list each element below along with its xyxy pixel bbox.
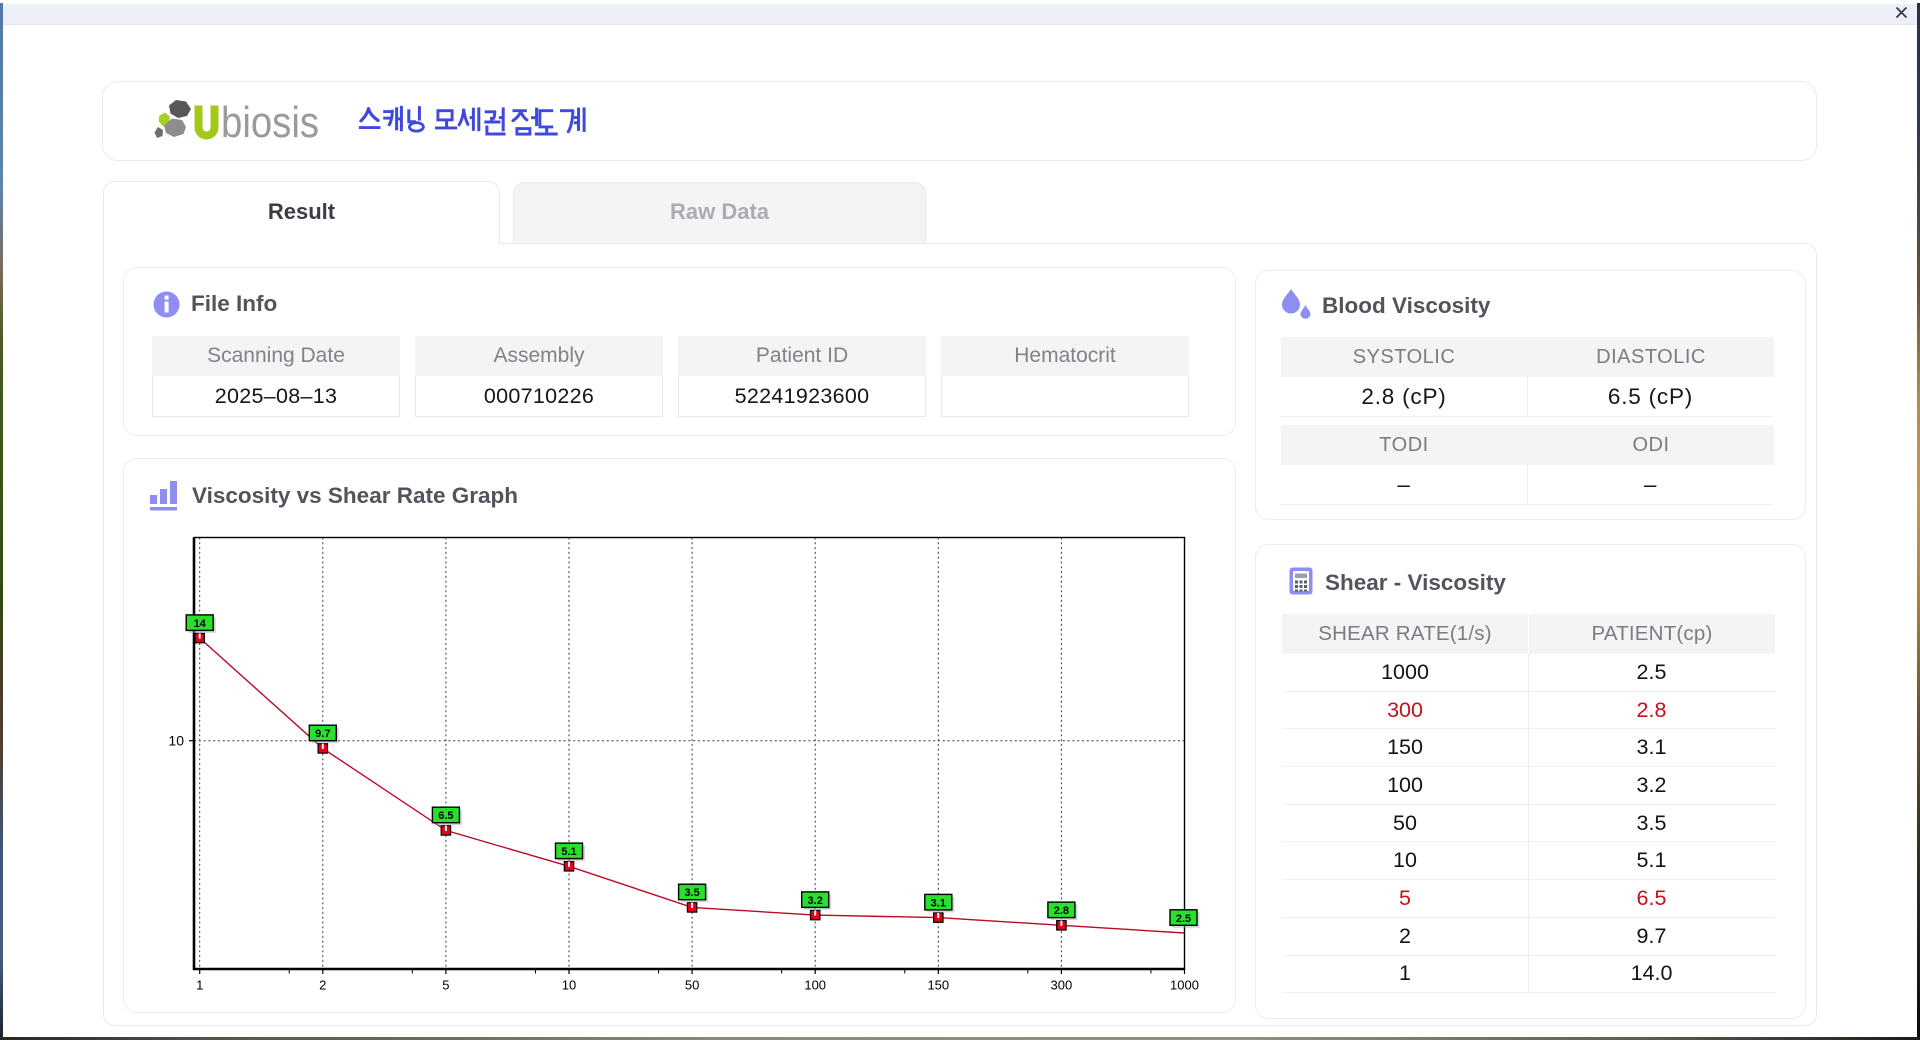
svg-text:10: 10 (562, 978, 576, 993)
svg-text:5: 5 (442, 978, 449, 993)
svg-text:1000: 1000 (1170, 978, 1199, 993)
svg-text:2.5: 2.5 (1176, 913, 1191, 925)
svg-text:150: 150 (927, 978, 949, 993)
svg-text:3.5: 3.5 (684, 887, 699, 899)
svg-text:6.5: 6.5 (438, 810, 453, 822)
svg-text:300: 300 (1051, 978, 1073, 993)
svg-text:50: 50 (685, 978, 699, 993)
svg-text:14: 14 (194, 618, 207, 630)
svg-text:2: 2 (319, 978, 326, 993)
svg-text:5.1: 5.1 (561, 846, 576, 858)
svg-text:3.1: 3.1 (931, 897, 946, 909)
svg-text:1: 1 (196, 978, 203, 993)
svg-text:2.8: 2.8 (1054, 905, 1069, 917)
svg-text:100: 100 (804, 978, 826, 993)
svg-text:9.7: 9.7 (315, 728, 330, 740)
svg-text:biosis: biosis (221, 98, 319, 147)
svg-text:3.2: 3.2 (808, 895, 823, 907)
svg-text:10: 10 (168, 733, 184, 749)
